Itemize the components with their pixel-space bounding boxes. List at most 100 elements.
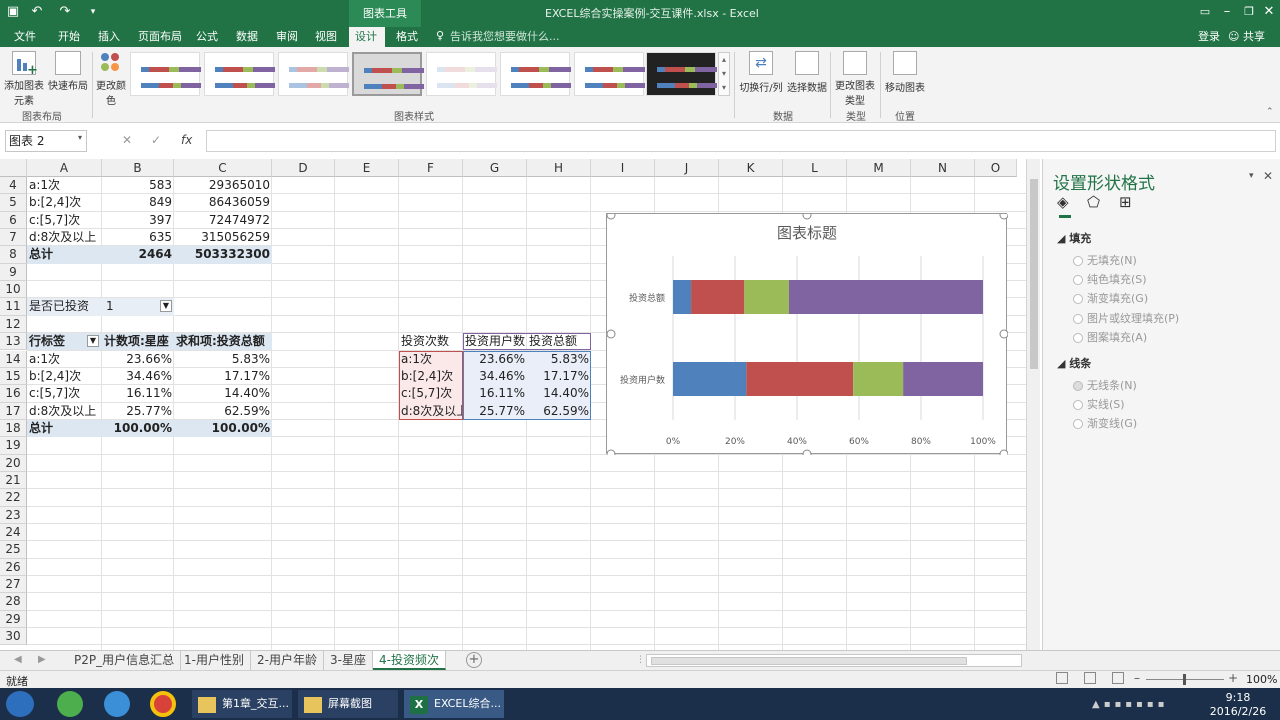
pivot-value[interactable]: 5.83% xyxy=(174,351,272,368)
effects-icon[interactable]: ⬠ xyxy=(1087,193,1107,211)
pivot-value[interactable]: 34.46% xyxy=(102,368,174,385)
cell-amount[interactable]: 86436059 xyxy=(174,194,272,211)
vertical-scrollbar[interactable] xyxy=(1026,159,1040,650)
stacked-bar-chart[interactable]: 图表标题 0% 20% 40% 60% 80% 100% 投资总额投资用户数 xyxy=(606,210,1009,459)
hscroll-thumb[interactable] xyxy=(651,657,967,665)
zoom-level[interactable]: 100% xyxy=(1246,673,1277,686)
switch-row-column-button[interactable]: ⇄ 切换行/列 xyxy=(738,51,784,103)
sheet-tab-age[interactable]: 2-用户年龄 xyxy=(251,651,324,670)
share-button[interactable]: 共享 xyxy=(1237,27,1271,47)
zoom-slider-thumb[interactable] xyxy=(1183,674,1186,685)
tab-home[interactable]: 开始 xyxy=(52,27,86,47)
sheet-tab-gender[interactable]: 1-用户性别 xyxy=(178,651,251,670)
column-header-A[interactable]: A xyxy=(27,159,102,177)
row-header-17[interactable]: 17 xyxy=(0,402,27,420)
row-header-19[interactable]: 19 xyxy=(0,437,27,455)
column-header-J[interactable]: J xyxy=(655,159,719,177)
row-header-6[interactable]: 6 xyxy=(0,211,27,230)
solid-line-option[interactable]: 实线(S) xyxy=(1073,396,1125,412)
chart-style-option[interactable] xyxy=(574,52,645,96)
enter-icon[interactable]: ✓ xyxy=(151,133,161,147)
collapse-ribbon-icon[interactable]: ⌃ xyxy=(1266,107,1274,117)
row-header-7[interactable]: 7 xyxy=(0,229,27,247)
row-header-29[interactable]: 29 xyxy=(0,610,27,629)
pivot-value[interactable]: 100.00% xyxy=(174,419,272,438)
cell-label[interactable]: c:[5,7]次 xyxy=(27,212,102,229)
pivot-value[interactable]: 23.66% xyxy=(102,351,174,368)
line-section-header[interactable]: ◢ 线条 xyxy=(1057,355,1091,371)
cell-label[interactable]: a:1次 xyxy=(27,177,102,194)
minimize-icon[interactable]: – xyxy=(1218,3,1236,21)
column-header-I[interactable]: I xyxy=(591,159,655,177)
chart-area[interactable]: 图表标题 0% 20% 40% 60% 80% 100% 投资总额 投资用户数 xyxy=(606,210,1009,459)
chart-style-option[interactable] xyxy=(646,52,717,96)
pivot-row-label[interactable]: c:[5,7]次 xyxy=(27,385,102,402)
scroll-thumb[interactable] xyxy=(1030,179,1038,369)
row-header-26[interactable]: 26 xyxy=(0,558,27,577)
zoom-out-icon[interactable]: – xyxy=(1134,671,1140,685)
tab-review[interactable]: 审阅 xyxy=(270,27,304,47)
solid-fill-option[interactable]: 纯色填充(S) xyxy=(1073,271,1147,287)
row-header-27[interactable]: 27 xyxy=(0,576,27,594)
move-chart-button[interactable]: 移动图表 xyxy=(884,51,926,103)
ribbon-display-icon[interactable]: ▭ xyxy=(1196,3,1214,21)
fill-section-header[interactable]: ◢ 填充 xyxy=(1057,230,1091,246)
chart-style-option[interactable] xyxy=(204,52,275,96)
quick-layout-button[interactable]: 快速布局 xyxy=(46,51,90,103)
page-break-view-icon[interactable] xyxy=(1112,672,1124,684)
maximize-icon[interactable]: ❐ xyxy=(1240,3,1258,21)
row-header-20[interactable]: 20 xyxy=(0,454,27,472)
tray-icons[interactable]: ▲▪▪▪▪▪▪ xyxy=(1092,699,1192,711)
pivot-header[interactable]: 求和项:投资总额 xyxy=(174,333,272,351)
app-icon[interactable] xyxy=(57,691,83,717)
column-header-L[interactable]: L xyxy=(783,159,847,177)
sheet-tab-frequency[interactable]: 4-投资频次 xyxy=(373,651,446,670)
horizontal-scrollbar[interactable] xyxy=(646,654,1022,667)
pivot-row-label[interactable]: a:1次 xyxy=(27,351,102,368)
pivot-value[interactable]: 100.00% xyxy=(102,419,174,438)
chart-style-option[interactable] xyxy=(500,52,571,96)
pane-close-icon[interactable]: ✕ xyxy=(1263,169,1273,183)
cell-count[interactable]: 635 xyxy=(102,229,174,246)
tab-data[interactable]: 数据 xyxy=(230,27,264,47)
insert-function-icon[interactable]: fx xyxy=(181,133,192,147)
pivot-value[interactable]: 17.17% xyxy=(174,368,272,385)
row-header-16[interactable]: 16 xyxy=(0,385,27,403)
row-header-15[interactable]: 15 xyxy=(0,367,27,386)
zoom-in-icon[interactable]: + xyxy=(1228,671,1238,685)
cell-count[interactable]: 2464 xyxy=(102,246,174,264)
app-icon[interactable] xyxy=(104,691,130,717)
cell-amount[interactable]: 72474972 xyxy=(174,212,272,229)
gradient-fill-option[interactable]: 渐变填充(G) xyxy=(1073,290,1148,306)
row-header-13[interactable]: 13 xyxy=(0,333,27,351)
prev-sheet-icon[interactable]: ◀ xyxy=(14,654,22,665)
row-header-22[interactable]: 22 xyxy=(0,489,27,507)
customize-qat-icon[interactable]: ▾ xyxy=(84,3,102,21)
signin-link[interactable]: 登录 xyxy=(1192,27,1226,47)
sheet-tab-zodiac[interactable]: 3-星座 xyxy=(324,651,373,670)
pivot-row-label[interactable]: d:8次及以上 xyxy=(27,403,102,420)
cell-label[interactable]: b:[2,4]次 xyxy=(27,194,102,211)
table2-header[interactable]: 投资次数 xyxy=(399,333,463,350)
picture-fill-option[interactable]: 图片或纹理填充(P) xyxy=(1073,310,1179,326)
tab-formulas[interactable]: 公式 xyxy=(190,27,224,47)
add-sheet-icon[interactable]: + xyxy=(466,652,482,668)
next-sheet-icon[interactable]: ▶ xyxy=(38,654,46,665)
tab-file[interactable]: 文件 xyxy=(8,27,42,47)
gradient-line-option[interactable]: 渐变线(G) xyxy=(1073,415,1137,431)
tab-view[interactable]: 视图 xyxy=(309,27,343,47)
add-chart-element-button[interactable]: + 添加图表元素 xyxy=(4,51,44,107)
change-chart-type-button[interactable]: 更改图表类型 xyxy=(834,51,876,107)
cell-count[interactable]: 583 xyxy=(102,177,174,194)
clock-date[interactable]: 2016/2/26 xyxy=(1208,705,1268,718)
column-header-H[interactable]: H xyxy=(527,159,591,177)
tab-design[interactable]: 设计 xyxy=(349,27,385,47)
page-layout-view-icon[interactable] xyxy=(1084,672,1096,684)
tab-insert[interactable]: 插入 xyxy=(92,27,126,47)
select-all-corner[interactable] xyxy=(0,159,27,177)
normal-view-icon[interactable] xyxy=(1056,672,1068,684)
fill-line-icon[interactable]: ◈ xyxy=(1057,193,1077,211)
row-header-14[interactable]: 14 xyxy=(0,350,27,368)
pivot-row-label[interactable]: b:[2,4]次 xyxy=(27,368,102,385)
cell-label[interactable]: d:8次及以上 xyxy=(27,229,102,246)
